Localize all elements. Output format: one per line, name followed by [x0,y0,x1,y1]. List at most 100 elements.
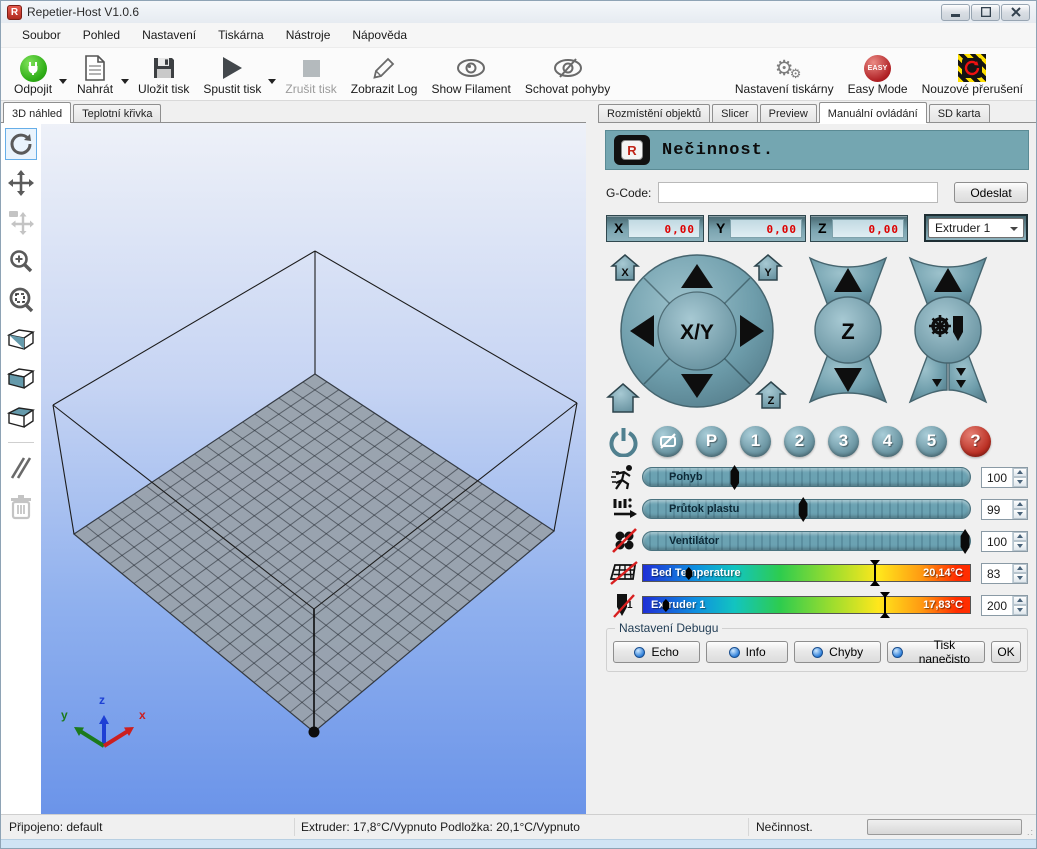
menu-nastaveni[interactable]: Nastavení [131,24,207,46]
show-filament-button[interactable]: Show Filament [424,48,517,100]
speed-spinbox[interactable]: 100 [981,467,1028,488]
z-jog-control[interactable]: Z [806,254,890,406]
tab-temperature-curve[interactable]: Teplotní křivka [73,104,161,123]
maximize-button[interactable] [971,4,1000,21]
z-position-display: Z 0,00 [810,215,908,242]
emergency-stop-button[interactable]: Nouzové přerušení [915,48,1030,100]
y-position-value: 0,00 [730,219,802,238]
show-log-button[interactable]: Zobrazit Log [344,48,425,100]
debug-info-button[interactable]: Info [706,641,788,663]
eye-slash-icon [553,54,583,82]
home-z-button[interactable]: Z [755,381,787,409]
preset-4-button[interactable]: 4 [872,426,903,457]
menu-napoveda[interactable]: Nápověda [341,24,418,46]
home-all-button[interactable] [606,383,640,413]
resize-grip[interactable]: .: [1027,827,1034,837]
fan-slider[interactable]: Ventilátor [642,531,971,551]
extruder-jog-control[interactable] [906,254,990,406]
minimize-button[interactable] [941,4,970,21]
move-icon [8,170,34,196]
tab-slicer[interactable]: Slicer [712,104,758,123]
flow-up-icon[interactable] [1013,500,1027,510]
menu-soubor[interactable]: Soubor [11,24,72,46]
disconnect-dropdown-icon[interactable] [59,79,67,84]
send-button[interactable]: Odeslat [954,182,1028,203]
zoom-fit-icon [8,287,34,313]
extruder-temp-down-icon[interactable] [1013,605,1027,615]
menu-tiskarna[interactable]: Tiskárna [207,24,275,46]
bed-temp-down-icon[interactable] [1013,573,1027,583]
home-y-button[interactable]: Y [753,254,783,281]
park-button[interactable]: P [696,426,727,457]
tab-object-placement[interactable]: Rozmístění objektů [598,104,710,123]
start-print-button[interactable]: Spustit tisk [196,48,268,100]
panel-splitter[interactable] [586,101,598,814]
speed-slider[interactable]: Pohyb [642,467,971,487]
tab-sd-card[interactable]: SD karta [929,104,990,123]
gcode-input[interactable] [658,182,938,203]
speed-up-icon[interactable] [1013,468,1027,478]
flow-slider-thumb[interactable] [799,497,808,522]
extruder-temp-slider[interactable]: Extruder 1 17,83°C [642,596,971,614]
flow-slider[interactable]: Průtok plastu [642,499,971,519]
fan-down-icon[interactable] [1013,541,1027,551]
parallel-projection-button[interactable] [5,452,37,484]
tab-3d-preview[interactable]: 3D náhled [3,102,71,123]
fan-slider-row: Ventilátor 100 [606,528,1028,554]
debug-ok-button[interactable]: OK [991,641,1021,663]
save-print-button[interactable]: Uložit tisk [131,48,196,100]
help-button[interactable]: ? [960,426,991,457]
load-button[interactable]: Nahrát [69,48,121,100]
preset-2-button[interactable]: 2 [784,426,815,457]
speed-slider-thumb[interactable] [730,465,739,490]
move-view-button[interactable] [5,167,37,199]
led-icon [634,647,645,658]
fan-slider-thumb[interactable] [961,529,970,554]
top-view-button[interactable] [5,401,37,433]
menu-pohled[interactable]: Pohled [72,24,131,46]
start-print-dropdown-icon[interactable] [268,79,276,84]
preset-5-button[interactable]: 5 [916,426,947,457]
rotate-view-button[interactable] [5,128,37,160]
menu-nastroje[interactable]: Nástroje [275,24,342,46]
bed-temp-slider[interactable]: Bed Temperature 20,14°C [642,564,971,582]
printer-status-banner: R Nečinnost. [605,130,1029,170]
power-button[interactable] [608,426,639,457]
3d-viewport[interactable]: y z x [41,123,586,814]
main-area: 3D náhled Teplotní křivka [1,101,1036,814]
hide-travel-button[interactable]: Schovat pohyby [518,48,617,100]
extruder-temp-spinbox[interactable]: 200 [981,595,1028,616]
home-x-button[interactable]: X [610,254,640,281]
front-view-button[interactable] [5,362,37,394]
flow-down-icon[interactable] [1013,509,1027,519]
fan-spinbox[interactable]: 100 [981,531,1028,552]
extruder-select[interactable]: Extruder 1 [928,218,1024,238]
close-button[interactable] [1001,4,1030,21]
gears-icon: ⚙⚙ [775,58,794,79]
zoom-fit-button[interactable] [5,284,37,316]
tab-manual-control[interactable]: Manuální ovládání [819,102,927,123]
disconnect-button[interactable]: Odpojit [7,48,59,100]
isometric-view-button[interactable] [5,323,37,355]
load-dropdown-icon[interactable] [121,79,129,84]
printer-settings-button[interactable]: ⚙⚙ Nastavení tiskárny [728,48,841,100]
speed-down-icon[interactable] [1013,477,1027,487]
debug-errors-button[interactable]: Chyby [794,641,881,663]
printer-state-status: Nečinnost. [756,820,813,834]
easy-mode-button[interactable]: EASY Easy Mode [841,48,915,100]
extruder-target-marker[interactable] [884,593,886,617]
trash-icon [9,494,33,520]
bed-temp-spinbox[interactable]: 83 [981,563,1028,584]
debug-echo-button[interactable]: Echo [613,641,700,663]
debug-dry-run-button[interactable]: Tisk nanečisto [887,641,985,663]
bed-target-marker[interactable] [874,561,876,585]
preset-3-button[interactable]: 3 [828,426,859,457]
tab-preview[interactable]: Preview [760,104,817,123]
zoom-in-button[interactable] [5,245,37,277]
extruder-temp-up-icon[interactable] [1013,596,1027,606]
motors-off-button[interactable] [652,426,683,457]
flow-spinbox[interactable]: 99 [981,499,1028,520]
fan-up-icon[interactable] [1013,532,1027,542]
preset-1-button[interactable]: 1 [740,426,771,457]
bed-temp-up-icon[interactable] [1013,564,1027,574]
